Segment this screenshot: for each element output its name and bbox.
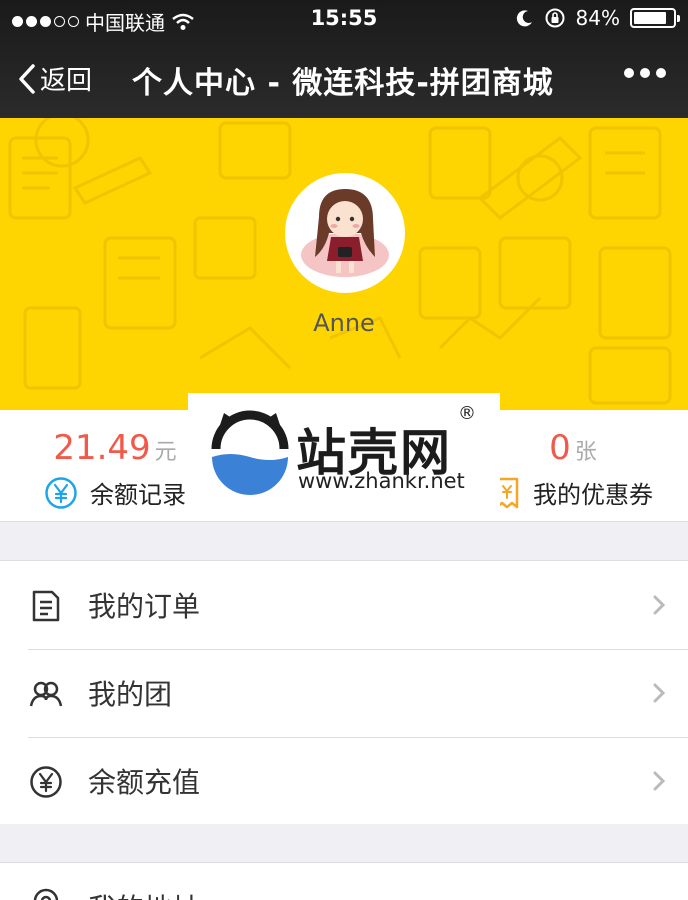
menu-label-balance-recharge: 余额充值 [88, 766, 201, 799]
coupon-value: 0 [549, 428, 571, 468]
menu-label-my-groups: 我的团 [88, 678, 173, 711]
status-right: 84% [516, 6, 680, 30]
rotation-lock-icon [545, 8, 565, 28]
menu-item-my-groups[interactable]: 我的团 [0, 649, 688, 737]
username: Anne [313, 309, 375, 337]
menu-list: 我的订单 我的团 余额充值 [0, 560, 688, 826]
cat-logo-icon [211, 410, 289, 495]
menu-label-my-address: 我的地址 [88, 887, 200, 900]
watermark-url: www.zhankr.net [298, 469, 465, 493]
chevron-left-icon [19, 63, 35, 94]
personal-center-page: 中国联通 15:55 84% 返回 个人中心 - 微连科技-拼团商城 Anne … [0, 0, 688, 900]
yuan-recharge-icon [30, 766, 62, 798]
moon-icon [516, 10, 532, 27]
page-title: 个人中心 - 微连科技-拼团商城 [132, 66, 554, 101]
balance-label: 余额记录 [90, 481, 186, 509]
section-gap [0, 522, 688, 560]
order-document-icon [32, 590, 60, 622]
profile-header: Anne [0, 118, 688, 410]
section-gap [0, 824, 688, 862]
more-dots-icon[interactable] [624, 68, 666, 78]
coupon-label: 我的优惠券 [533, 481, 653, 509]
balance-value: 21.49 [53, 428, 151, 468]
menu-item-my-address[interactable]: 我的地址 [0, 862, 688, 900]
balance-unit: 元 [154, 440, 177, 465]
coupon-unit: 张 [574, 440, 597, 465]
battery-icon [630, 8, 680, 28]
address-pin-icon [33, 888, 59, 900]
chevron-right-icon [653, 683, 666, 703]
chevron-right-icon [653, 771, 666, 791]
menu-item-my-orders[interactable]: 我的订单 [0, 561, 688, 649]
menu-label-my-orders: 我的订单 [88, 590, 201, 623]
chevron-right-icon [653, 595, 666, 615]
navigation-bar: 返回 个人中心 - 微连科技-拼团商城 [0, 38, 688, 118]
back-button[interactable]: 返回 [18, 60, 92, 97]
back-label: 返回 [40, 66, 93, 96]
yuan-circle-icon [45, 476, 77, 509]
watermark-logo: 站壳网 ® www.zhankr.net [188, 393, 500, 513]
group-users-icon [29, 681, 63, 707]
status-bar: 中国联通 15:55 84% [0, 0, 688, 38]
watermark-registered: ® [458, 403, 476, 424]
menu-item-balance-recharge[interactable]: 余额充值 [0, 737, 688, 825]
avatar[interactable] [285, 173, 405, 293]
battery-percent: 84% [575, 6, 620, 30]
top-bar: 中国联通 15:55 84% 返回 个人中心 - 微连科技-拼团商城 [0, 0, 688, 118]
avatar-illustration-icon [289, 177, 401, 289]
